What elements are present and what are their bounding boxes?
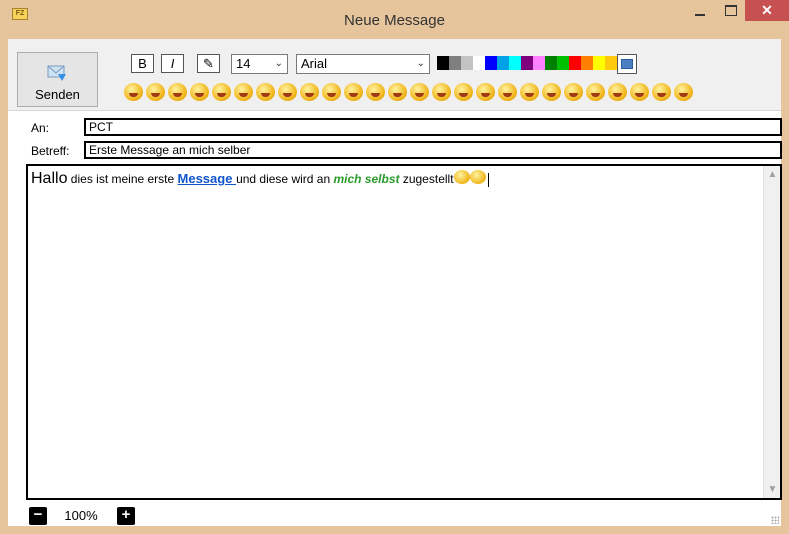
window-frame-left <box>0 39 8 534</box>
bold-button[interactable]: B <box>131 54 154 73</box>
smiley-icon[interactable] <box>344 83 363 101</box>
text-segment: dies ist meine erste <box>67 172 178 186</box>
smiley-icon[interactable] <box>476 83 495 101</box>
chevron-down-icon: ⌄ <box>274 58 283 69</box>
smiley-icon[interactable] <box>212 83 231 101</box>
to-field[interactable]: PCT <box>84 118 782 136</box>
envelope-send-icon <box>47 65 66 81</box>
smiley-icon[interactable] <box>432 83 451 101</box>
color-palette <box>437 56 617 70</box>
smiley-icon[interactable] <box>168 83 187 101</box>
vertical-scrollbar[interactable]: ▲ ▼ <box>763 166 780 498</box>
text-segment: und diese wird an <box>236 172 334 186</box>
send-button-label: Senden <box>35 87 80 102</box>
color-swatch[interactable] <box>497 56 509 70</box>
smiley-icon[interactable] <box>498 83 517 101</box>
font-family-select[interactable]: Arial ⌄ <box>296 54 430 74</box>
color-swatch[interactable] <box>509 56 521 70</box>
smiley-icon[interactable] <box>410 83 429 101</box>
font-size-value: 14 <box>236 56 251 71</box>
color-swatch[interactable] <box>545 56 557 70</box>
color-swatch[interactable] <box>569 56 581 70</box>
smiley-icon <box>469 170 486 184</box>
send-button[interactable]: Senden <box>17 52 98 107</box>
window-frame-bottom <box>0 526 789 534</box>
window-frame-right <box>781 39 789 534</box>
color-swatch[interactable] <box>533 56 545 70</box>
eraser-button[interactable]: ✎ <box>197 54 220 73</box>
color-swatch[interactable] <box>605 56 617 70</box>
smiley-icon[interactable] <box>630 83 649 101</box>
smiley-icon <box>453 170 470 184</box>
smiley-icon[interactable] <box>388 83 407 101</box>
smiley-icon[interactable] <box>542 83 561 101</box>
color-swatch[interactable] <box>449 56 461 70</box>
color-swatch[interactable] <box>461 56 473 70</box>
smiley-icon[interactable] <box>124 83 143 101</box>
color-picker-button[interactable] <box>617 54 637 74</box>
smiley-icon[interactable] <box>234 83 253 101</box>
message-body: Hallo dies ist meine erste Message und d… <box>31 170 489 188</box>
zoom-out-button[interactable]: − <box>29 507 47 525</box>
emoji-bar <box>124 83 693 101</box>
window-title: Neue Message <box>344 12 445 29</box>
color-picker-icon <box>621 59 633 69</box>
smiley-icon[interactable] <box>586 83 605 101</box>
smiley-icon[interactable] <box>278 83 297 101</box>
to-label: An: <box>31 121 50 135</box>
zoom-level: 100% <box>64 508 98 523</box>
resize-grip[interactable] <box>771 516 779 524</box>
title-bar[interactable]: FZ Neue Message ✕ <box>0 0 789 39</box>
scroll-down-arrow-icon[interactable]: ▼ <box>764 481 781 498</box>
message-editor[interactable]: Hallo dies ist meine erste Message und d… <box>26 164 782 500</box>
smiley-icon[interactable] <box>322 83 341 101</box>
zoom-in-button[interactable]: + <box>117 507 135 525</box>
smiley-icon[interactable] <box>454 83 473 101</box>
smiley-icon[interactable] <box>520 83 539 101</box>
text-caret <box>487 172 489 187</box>
color-swatch[interactable] <box>593 56 605 70</box>
subject-field[interactable]: Erste Message an mich selber <box>84 141 782 159</box>
color-swatch[interactable] <box>557 56 569 70</box>
subject-label: Betreff: <box>31 144 70 158</box>
scroll-up-arrow-icon[interactable]: ▲ <box>764 166 781 183</box>
close-button[interactable]: ✕ <box>745 0 789 21</box>
smiley-icon[interactable] <box>256 83 275 101</box>
font-family-value: Arial <box>301 56 328 71</box>
color-swatch[interactable] <box>581 56 593 70</box>
chevron-down-icon: ⌄ <box>416 58 425 69</box>
smiley-icon[interactable] <box>366 83 385 101</box>
minimize-button[interactable] <box>686 2 714 25</box>
smiley-icon[interactable] <box>300 83 319 101</box>
green-italic-text: mich selbst <box>333 172 400 186</box>
maximize-button[interactable] <box>716 0 744 23</box>
smiley-icon[interactable] <box>652 83 671 101</box>
smiley-icon[interactable] <box>674 83 693 101</box>
smiley-icon[interactable] <box>146 83 165 101</box>
font-size-select[interactable]: 14 ⌄ <box>231 54 288 74</box>
smiley-icon[interactable] <box>190 83 209 101</box>
italic-button[interactable]: I <box>161 54 184 73</box>
color-swatch[interactable] <box>485 56 497 70</box>
word-hallo: Hallo <box>31 170 68 187</box>
color-swatch[interactable] <box>437 56 449 70</box>
smiley-icon[interactable] <box>608 83 627 101</box>
color-swatch[interactable] <box>521 56 533 70</box>
color-swatch[interactable] <box>473 56 485 70</box>
text-segment: zugestellt <box>399 172 454 186</box>
message-link[interactable]: Message <box>178 171 237 186</box>
smiley-icon[interactable] <box>564 83 583 101</box>
